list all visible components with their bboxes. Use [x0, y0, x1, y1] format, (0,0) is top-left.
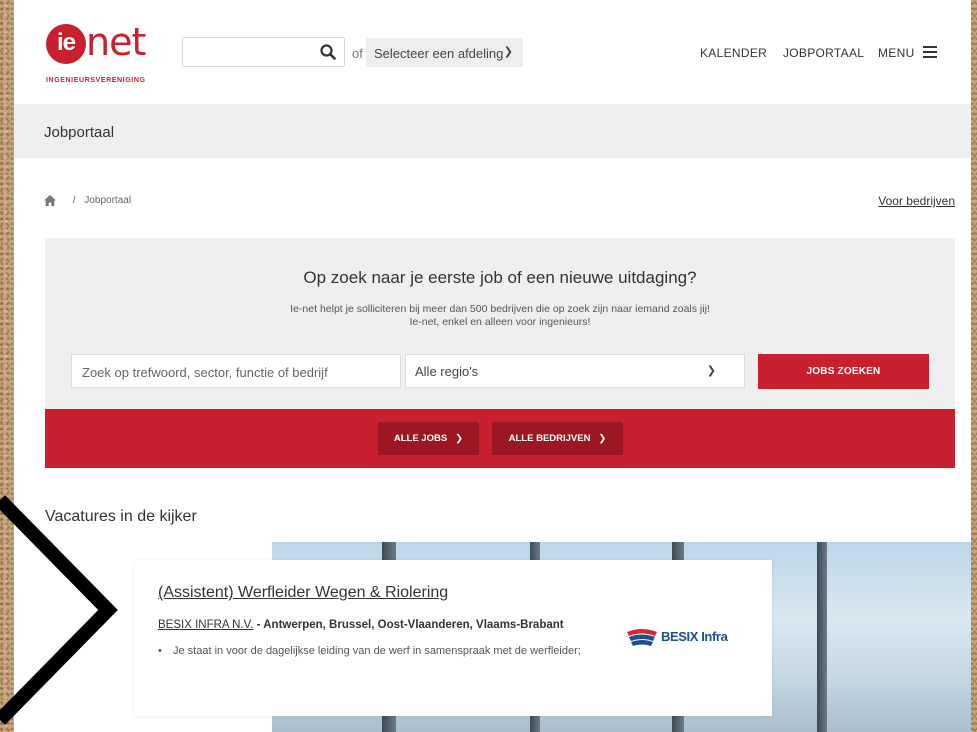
nav-kalender[interactable]: KALENDER: [700, 46, 767, 60]
of-label: of: [352, 46, 363, 61]
panel-heading: Op zoek naar je eerste job of een nieuwe…: [303, 268, 697, 287]
chevron-down-icon: ❯: [503, 46, 513, 58]
hamburger-icon[interactable]: [923, 46, 937, 58]
all-jobs-label: ALLE JOBS: [393, 433, 448, 444]
chevron-right-icon: ❯: [449, 433, 464, 444]
nav-jobportaal[interactable]: JOBPORTAAL: [783, 46, 864, 60]
site-search-input[interactable]: [182, 37, 345, 67]
breadcrumb-current: Jobportaal: [84, 195, 132, 207]
page-title: Jobportaal: [44, 124, 115, 141]
vacancy-location: - Antwerpen, Brussel, Oost-Vlaanderen, V…: [253, 619, 564, 631]
vacancy-card[interactable]: (Assistent) Werfleider Wegen & Riolering…: [135, 560, 772, 716]
besix-infra-logo[interactable]: BESIX Infra: [625, 624, 745, 650]
page: ie net INGENIEURSVERENIGING of Selecteer…: [14, 0, 971, 732]
chevron-right-icon: ❯: [593, 433, 607, 444]
besix-mark-icon: [627, 629, 657, 646]
quick-links-band: ALLE JOBS ❯ ALLE BEDRIJVEN ❯: [45, 409, 955, 468]
panel-subtext-line1: Ie-net helpt je solliciteren bij meer da…: [290, 303, 710, 315]
home-icon[interactable]: [44, 195, 56, 206]
department-select[interactable]: Selecteer een afdeling ❯: [366, 38, 523, 67]
panel-subtext-line2: Ie-net, enkel en alleen voor ingenieurs!: [409, 316, 591, 328]
logo-name: net: [86, 20, 146, 64]
search-icon[interactable]: [320, 44, 336, 60]
vacancy-company-line: BESIX INFRA N.V. - Antwerpen, Brussel, O…: [158, 619, 564, 631]
vacancy-title-link[interactable]: (Assistent) Werfleider Wegen & Riolering: [158, 584, 448, 602]
job-search-panel: Op zoek naar je eerste job of een nieuwe…: [45, 238, 955, 409]
large-chevron-right-icon: [0, 495, 118, 725]
region-select[interactable]: Alle regio's ❯: [405, 354, 745, 388]
nav-menu[interactable]: MENU: [878, 46, 915, 60]
site-header: ie net INGENIEURSVERENIGING of Selecteer…: [14, 0, 971, 104]
breadcrumb-separator: /: [72, 195, 76, 207]
department-select-value: Selecteer een afdeling: [374, 46, 504, 61]
region-select-value: Alle regio's: [415, 364, 479, 379]
vacancy-description: Je staat in voor de dagelijkse leiding v…: [158, 642, 588, 661]
voor-bedrijven-link[interactable]: Voor bedrijven: [878, 194, 955, 208]
all-companies-button[interactable]: ALLE BEDRIJVEN ❯: [492, 422, 623, 455]
keyword-search-input[interactable]: Zoek op trefwoord, sector, functie of be…: [71, 354, 401, 388]
page-title-bar: Jobportaal: [14, 104, 971, 158]
chevron-down-icon: ❯: [706, 365, 716, 377]
panel-subtext: Ie-net helpt je solliciteren bij meer da…: [45, 303, 955, 329]
besix-logo-text: BESIX Infra: [661, 629, 728, 644]
logo-subtitle: INGENIEURSVERENIGING: [46, 77, 146, 84]
jobs-zoeken-button[interactable]: JOBS ZOEKEN: [758, 354, 929, 389]
breadcrumb: / Jobportaal: [44, 195, 131, 206]
all-companies-label: ALLE BEDRIJVEN: [508, 433, 591, 444]
ie-net-logo[interactable]: ie net INGENIEURSVERENIGING: [46, 20, 156, 92]
logo-mark: ie: [46, 24, 86, 64]
all-jobs-button[interactable]: ALLE JOBS ❯: [378, 422, 479, 455]
vacancy-company-link[interactable]: BESIX INFRA N.V.: [158, 619, 253, 631]
